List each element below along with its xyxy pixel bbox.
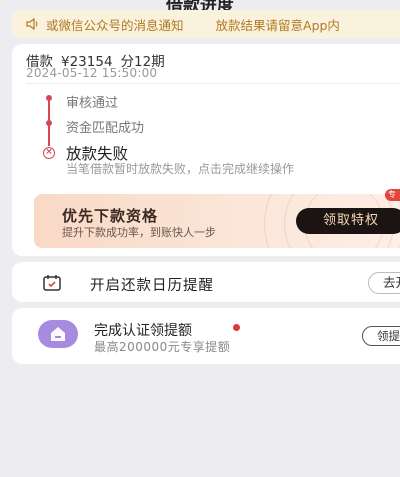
home-shield-icon — [38, 320, 78, 348]
cert-subtitle: 最高200000元专享提额 — [94, 340, 231, 354]
timeline-dot — [46, 95, 52, 101]
speaker-icon — [26, 18, 44, 30]
priority-subtitle: 提升下款成功率，到账快人一步 — [62, 226, 216, 239]
fail-description: 当笔借款暂时放款失败，点击完成继续操作 — [66, 162, 295, 176]
enable-calendar-button[interactable]: 去开 — [368, 272, 400, 294]
cert-title: 完成认证领提额 — [94, 323, 192, 339]
notice-bar[interactable]: 或微信公众号的消息通知 放款结果请留意App内 — [12, 10, 400, 38]
step-matched: 资金匹配成功 — [66, 121, 145, 136]
red-dot-badge — [233, 324, 240, 331]
step-approved: 审核通过 — [66, 96, 119, 111]
notice-text-1: 或微信公众号的消息通知 — [46, 17, 184, 33]
calendar-reminder-label: 开启还款日历提醒 — [90, 278, 214, 294]
priority-banner[interactable]: 优先下款资格 提升下款成功率，到账快人一步 领取特权 — [34, 194, 400, 248]
exclusive-badge: 专 — [385, 189, 400, 201]
claim-limit-button[interactable]: 领提 — [362, 326, 400, 346]
calendar-icon — [42, 274, 62, 292]
loan-time: 2024-05-12 15:50:00 — [26, 66, 158, 80]
claim-privilege-button[interactable]: 领取特权 — [296, 208, 400, 234]
divider — [26, 83, 400, 84]
timeline-dot — [46, 120, 52, 126]
fail-icon: × — [43, 147, 55, 159]
notice-text-2: 放款结果请留意App内 — [215, 17, 340, 33]
priority-title: 优先下款资格 — [62, 207, 159, 225]
